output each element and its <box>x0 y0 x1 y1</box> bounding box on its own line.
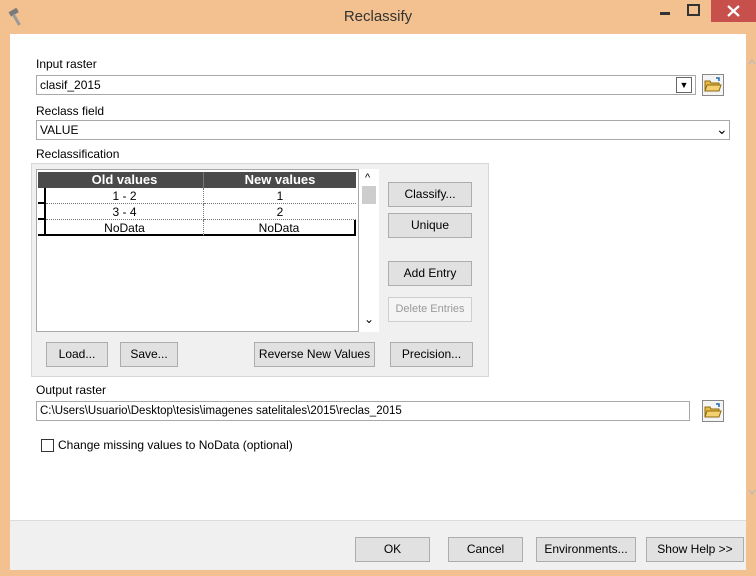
save-button[interactable]: Save... <box>120 342 178 367</box>
input-raster-dropdown-button[interactable]: ▼ <box>676 77 692 93</box>
table-cell-new-value[interactable]: NoData <box>204 220 356 236</box>
row-header[interactable] <box>38 188 46 204</box>
row-header-corner <box>38 172 46 188</box>
show-help-button[interactable]: Show Help >> <box>646 537 744 562</box>
close-icon <box>727 5 740 17</box>
window-frame-left <box>0 34 10 576</box>
table-cell-old-value[interactable]: NoData <box>46 220 204 236</box>
row-header[interactable] <box>38 204 46 220</box>
add-entry-button[interactable]: Add Entry <box>388 261 472 286</box>
window-title: Reclassify <box>343 8 413 25</box>
open-folder-icon <box>704 77 722 92</box>
reclass-field-select[interactable]: VALUE <box>36 120 730 140</box>
ok-button[interactable]: OK <box>355 537 430 562</box>
column-header-old-values[interactable]: Old values <box>46 172 204 188</box>
dialog-scrollbar[interactable] <box>748 50 756 500</box>
output-raster-label: Output raster <box>36 383 107 397</box>
precision-button[interactable]: Precision... <box>390 342 473 367</box>
environments-button[interactable]: Environments... <box>536 537 636 562</box>
cancel-button[interactable]: Cancel <box>448 537 523 562</box>
output-raster-browse-button[interactable] <box>702 400 724 422</box>
missing-values-label: Change missing values to NoData (optiona… <box>58 438 293 452</box>
input-raster-label: Input raster <box>36 57 97 71</box>
reverse-new-values-button[interactable]: Reverse New Values <box>254 342 375 367</box>
classify-button[interactable]: Classify... <box>388 182 472 207</box>
minimize-button[interactable] <box>650 0 680 22</box>
input-raster-browse-button[interactable] <box>702 74 724 96</box>
scroll-thumb[interactable] <box>362 186 376 204</box>
scroll-down-icon[interactable]: ⌄ <box>364 312 374 326</box>
table-cell-new-value[interactable]: 1 <box>204 188 356 204</box>
row-header[interactable] <box>38 220 46 236</box>
close-button[interactable] <box>711 0 756 22</box>
missing-values-checkbox[interactable] <box>41 439 54 452</box>
scroll-up-icon[interactable]: ^ <box>365 172 370 184</box>
column-header-new-values[interactable]: New values <box>204 172 356 188</box>
unique-button[interactable]: Unique <box>388 213 472 238</box>
table-cell-old-value[interactable]: 1 - 2 <box>46 188 204 204</box>
maximize-button[interactable] <box>680 0 708 22</box>
table-cell-old-value[interactable]: 3 - 4 <box>46 204 204 220</box>
delete-entries-button[interactable]: Delete Entries <box>388 297 472 322</box>
table-cell-new-value[interactable]: 2 <box>204 204 356 220</box>
open-folder-icon <box>704 403 722 418</box>
reclassification-label: Reclassification <box>36 147 120 161</box>
window-frame-bottom <box>0 570 756 576</box>
reclass-field-label: Reclass field <box>36 104 105 118</box>
chevron-down-icon[interactable]: ⌄ <box>716 121 728 138</box>
input-raster-field[interactable]: clasif_2015 <box>36 75 696 95</box>
output-raster-field[interactable]: C:\Users\Usuario\Desktop\tesis\imagenes … <box>36 401 690 421</box>
load-button[interactable]: Load... <box>46 342 108 367</box>
